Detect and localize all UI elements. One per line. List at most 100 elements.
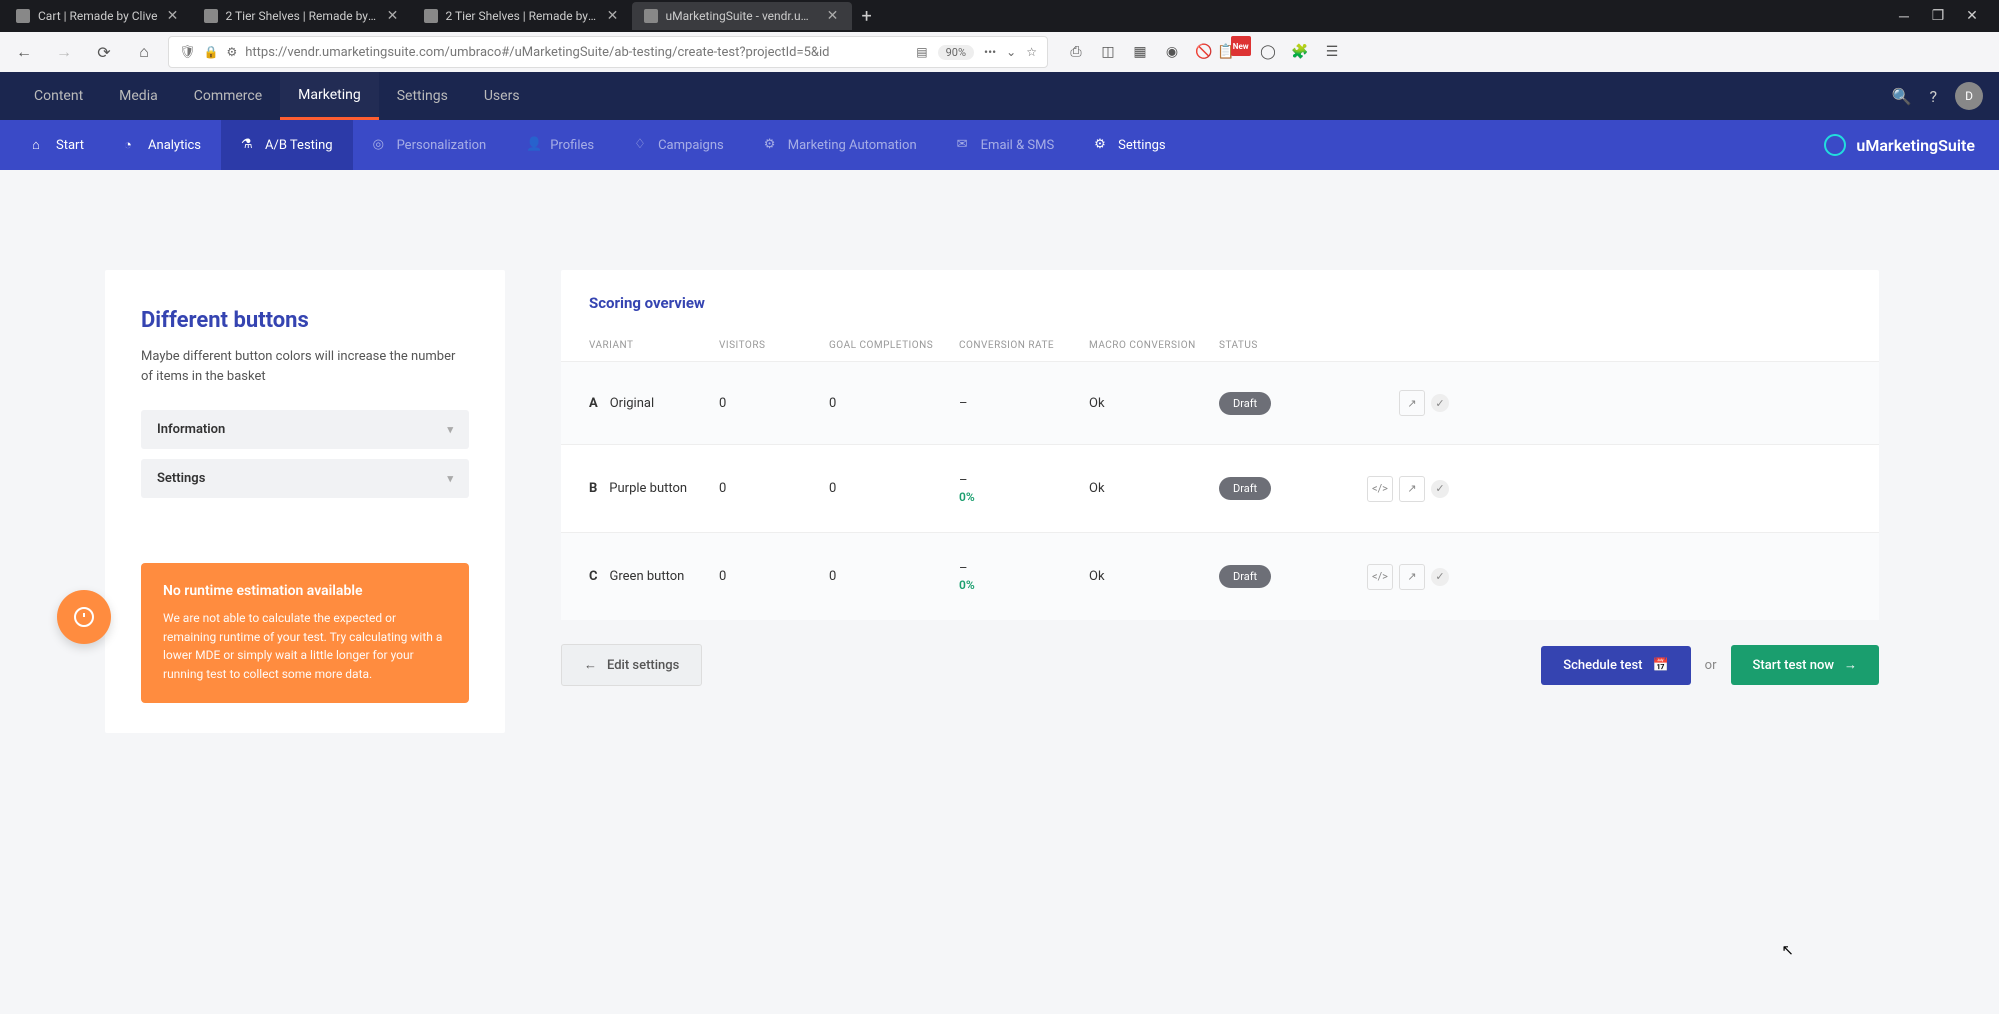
app-nav-settings[interactable]: Settings xyxy=(379,72,466,120)
ext1-icon[interactable]: ▦ xyxy=(1130,42,1150,62)
sub-nav-campaigns[interactable]: ♢Campaigns xyxy=(614,120,744,170)
subnav-icon: 👤 xyxy=(526,137,542,153)
code-button[interactable]: </> xyxy=(1367,564,1393,590)
sub-nav-analytics[interactable]: ◔Analytics xyxy=(104,120,221,170)
app-nav-media[interactable]: Media xyxy=(101,72,176,120)
help-icon[interactable]: ? xyxy=(1929,87,1937,106)
shield-icon: 🛡 xyxy=(179,45,196,60)
goals-cell: 0 xyxy=(829,396,959,411)
tab-close-icon[interactable]: ✕ xyxy=(166,9,180,23)
browser-tab-bar: Cart | Remade by Clive ✕ 2 Tier Shelves … xyxy=(0,0,1999,32)
sub-nav-a-b-testing[interactable]: ⚗A/B Testing xyxy=(221,120,353,170)
table-header: VARIANT VISITORS GOAL COMPLETIONS CONVER… xyxy=(561,330,1879,361)
alert-bubble-icon xyxy=(57,590,111,644)
nav-back-button[interactable]: ← xyxy=(8,36,40,68)
ext2-icon[interactable]: ◉ xyxy=(1162,42,1182,62)
ext5-icon[interactable]: 🧩 xyxy=(1290,42,1310,62)
search-icon[interactable]: 🔍 xyxy=(1892,87,1912,106)
menu-icon[interactable]: ☰ xyxy=(1322,42,1342,62)
mouse-cursor: ↖ xyxy=(1781,941,1794,959)
subnav-icon: ✉ xyxy=(957,137,973,153)
account-icon[interactable]: ◯ xyxy=(1258,42,1278,62)
subnav-icon: ⚗ xyxy=(241,137,257,153)
ext4-icon[interactable]: 📋New xyxy=(1226,42,1246,62)
chevron-down-icon: ▾ xyxy=(447,472,453,485)
new-tab-button[interactable]: + xyxy=(852,6,882,27)
arrow-left-icon: ← xyxy=(584,657,597,673)
sub-nav-email-sms[interactable]: ✉Email & SMS xyxy=(937,120,1075,170)
sub-nav-marketing-automation[interactable]: ⚙Marketing Automation xyxy=(744,120,937,170)
zoom-indicator[interactable]: 90% xyxy=(938,45,974,60)
subnav-icon: ⌂ xyxy=(32,137,48,153)
nav-home-button[interactable]: ⌂ xyxy=(128,36,160,68)
browser-tab[interactable]: Cart | Remade by Clive ✕ xyxy=(4,2,192,30)
sub-nav-personalization[interactable]: ◎Personalization xyxy=(353,120,507,170)
nav-forward-button[interactable]: → xyxy=(48,36,80,68)
accordion-information[interactable]: Information ▾ xyxy=(141,410,469,449)
open-external-button[interactable]: ↗ xyxy=(1399,390,1425,416)
conversion-sub: 0% xyxy=(959,578,1089,592)
status-badge: Draft xyxy=(1219,477,1271,500)
bookmark-star-icon[interactable]: ☆ xyxy=(1026,45,1037,59)
window-close-button[interactable]: ✕ xyxy=(1965,8,1979,25)
goals-cell: 0 xyxy=(829,569,959,584)
marketing-sub-nav: ⌂Start◔Analytics⚗A/B Testing◎Personaliza… xyxy=(0,120,1999,170)
alert-title: No runtime estimation available xyxy=(163,583,447,599)
sub-nav-profiles[interactable]: 👤Profiles xyxy=(506,120,614,170)
window-maximize-button[interactable]: ❐ xyxy=(1931,8,1945,25)
browser-tab[interactable]: 2 Tier Shelves | Remade by Cliv ✕ xyxy=(192,2,412,30)
visitors-cell: 0 xyxy=(719,481,829,496)
edit-settings-button[interactable]: ← Edit settings xyxy=(561,644,702,686)
subnav-icon: ♢ xyxy=(634,137,650,153)
more-icon[interactable]: ••• xyxy=(984,45,996,59)
library-icon[interactable]: ⎙ xyxy=(1066,42,1086,62)
conversion-rate: – xyxy=(959,473,1089,488)
chevron-down-icon: ▾ xyxy=(447,423,453,436)
test-description: Maybe different button colors will incre… xyxy=(141,347,469,386)
runtime-alert: No runtime estimation available We are n… xyxy=(141,563,469,703)
reader-icon[interactable]: ▤ xyxy=(916,45,927,59)
browser-tab[interactable]: uMarketingSuite - vendr.umark ✕ xyxy=(632,2,852,30)
scoring-panel: Scoring overview VARIANT VISITORS GOAL C… xyxy=(561,270,1879,620)
variant-row: CGreen button 0 0 –0% Ok Draft </> ↗ ✓ xyxy=(561,532,1879,620)
open-external-button[interactable]: ↗ xyxy=(1399,564,1425,590)
calendar-icon: 📅 xyxy=(1652,658,1668,673)
tab-title: 2 Tier Shelves | Remade by Cli xyxy=(446,9,598,23)
url-bar[interactable]: 🛡 🔒 ⚙ https://vendr.umarketingsuite.com/… xyxy=(168,36,1048,68)
user-avatar[interactable]: D xyxy=(1955,82,1983,110)
code-button[interactable]: </> xyxy=(1367,476,1393,502)
app-nav-marketing[interactable]: Marketing xyxy=(280,72,379,120)
visitors-cell: 0 xyxy=(719,569,829,584)
conversion-sub: 0% xyxy=(959,490,1089,504)
nav-reload-button[interactable]: ⟳ xyxy=(88,36,120,68)
start-test-button[interactable]: Start test now → xyxy=(1731,645,1880,685)
tab-title: 2 Tier Shelves | Remade by Cliv xyxy=(226,9,378,23)
tab-close-icon[interactable]: ✕ xyxy=(606,9,620,23)
pocket-icon[interactable]: ⌄ xyxy=(1006,45,1016,59)
ext3-icon[interactable]: 🚫 xyxy=(1194,42,1214,62)
tab-title: uMarketingSuite - vendr.umark xyxy=(666,9,818,23)
app-nav-content[interactable]: Content xyxy=(16,72,101,120)
tab-close-icon[interactable]: ✕ xyxy=(386,9,400,23)
subnav-icon: ⚙ xyxy=(764,137,780,153)
browser-tab[interactable]: 2 Tier Shelves | Remade by Cli ✕ xyxy=(412,2,632,30)
subnav-icon: ◔ xyxy=(124,137,140,153)
browser-nav-bar: ← → ⟳ ⌂ 🛡 🔒 ⚙ https://vendr.umarketingsu… xyxy=(0,32,1999,72)
app-nav-commerce[interactable]: Commerce xyxy=(176,72,280,120)
sidebar-icon[interactable]: ◫ xyxy=(1098,42,1118,62)
sub-nav-start[interactable]: ⌂Start xyxy=(12,120,104,170)
brand-label: uMarketingSuite xyxy=(1856,136,1975,155)
sub-nav-settings[interactable]: ⚙Settings xyxy=(1074,120,1185,170)
macro-cell: Ok xyxy=(1089,481,1219,496)
conversion-rate: – xyxy=(959,561,1089,576)
window-minimize-button[interactable]: ─ xyxy=(1897,8,1911,25)
open-external-button[interactable]: ↗ xyxy=(1399,476,1425,502)
app-header: ContentMediaCommerceMarketingSettingsUse… xyxy=(0,72,1999,120)
variant-letter: C xyxy=(589,569,598,584)
tab-close-icon[interactable]: ✕ xyxy=(826,9,840,23)
app-nav-users[interactable]: Users xyxy=(466,72,538,120)
accordion-settings[interactable]: Settings ▾ xyxy=(141,459,469,498)
test-info-panel: Different buttons Maybe different button… xyxy=(105,270,505,733)
row-check-icon: ✓ xyxy=(1431,394,1449,412)
schedule-test-button[interactable]: Schedule test 📅 xyxy=(1541,646,1690,685)
